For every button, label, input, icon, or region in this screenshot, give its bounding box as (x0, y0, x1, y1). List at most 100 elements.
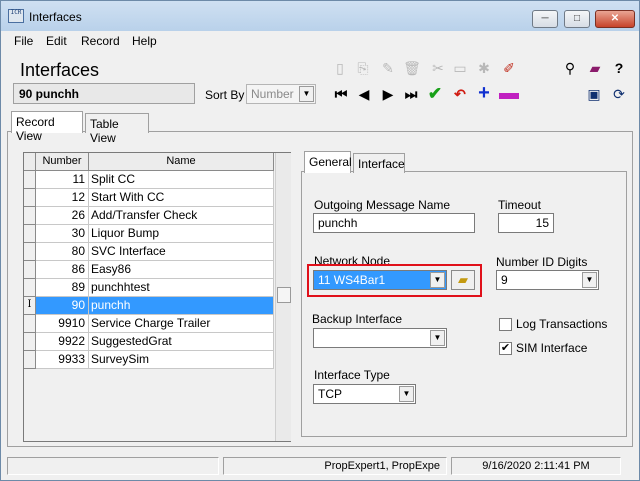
minimize-button[interactable]: ─ (532, 10, 558, 28)
new-record-icon[interactable]: ▯ (331, 59, 349, 77)
outgoing-message-name-field[interactable]: punchh (313, 213, 475, 233)
row-selector[interactable] (24, 279, 36, 297)
number-id-digits-label: Number ID Digits (496, 255, 588, 269)
interface-type-value: TCP (318, 387, 342, 401)
chevron-down-icon: ▼ (299, 86, 314, 102)
tab-interface[interactable]: Interface (353, 153, 405, 173)
column-header-number[interactable]: Number (36, 153, 89, 171)
table-row[interactable]: I 90 punchh (24, 297, 274, 315)
cell-name: SurveySim (89, 351, 274, 369)
timeout-field[interactable]: 15 (498, 213, 554, 233)
row-selector[interactable] (24, 171, 36, 189)
grid-scrollbar[interactable] (275, 153, 291, 441)
number-id-digits-value: 9 (501, 273, 508, 287)
status-datetime: 9/16/2020 2:11:41 PM (451, 457, 621, 475)
tab-record-view[interactable]: Record View (11, 111, 83, 143)
table-row[interactable]: 9933 SurveySim (24, 351, 274, 369)
scrollbar-thumb[interactable] (277, 287, 291, 303)
cell-number: 80 (36, 243, 89, 261)
edit-record-icon[interactable]: ✎ (379, 59, 397, 77)
monitor-icon[interactable]: ▣ (585, 85, 603, 103)
table-row[interactable]: 26 Add/Transfer Check (24, 207, 274, 225)
close-button[interactable]: ✕ (595, 10, 635, 28)
row-selector[interactable] (24, 315, 36, 333)
number-id-digits-select[interactable]: 9 ▼ (496, 270, 599, 290)
maximize-button[interactable]: □ (564, 10, 590, 28)
grid-header: Number Name (24, 153, 274, 171)
tab-general[interactable]: General (304, 151, 352, 173)
log-transactions-checkbox[interactable] (499, 318, 512, 331)
row-selector[interactable] (24, 261, 36, 279)
remove-icon[interactable]: ▬ (499, 83, 519, 103)
menu-help[interactable]: Help (132, 34, 157, 48)
app-icon: ICR (8, 9, 24, 23)
paste-icon[interactable]: ▭ (451, 59, 469, 77)
first-record-icon[interactable]: ⏮ (332, 85, 350, 103)
accept-icon[interactable]: ✔ (426, 85, 444, 103)
network-node-select[interactable]: 11 WS4Bar1 ▼ (313, 270, 447, 290)
binoculars-icon[interactable]: ⚲ (561, 59, 579, 77)
network-node-value: 11 WS4Bar1 (318, 273, 386, 287)
cell-number: 90 (36, 297, 89, 315)
delete-icon[interactable]: 🗑 (403, 59, 421, 77)
last-record-icon[interactable]: ⏭ (402, 85, 420, 103)
sim-interface-checkbox[interactable]: ✔ (499, 342, 512, 355)
tab-table-view[interactable]: Table View (85, 113, 149, 145)
row-selector[interactable] (24, 207, 36, 225)
row-selector[interactable] (24, 333, 36, 351)
cell-name: SVC Interface (89, 243, 274, 261)
chevron-down-icon: ▼ (430, 330, 445, 346)
menu-record[interactable]: Record (81, 34, 120, 48)
book-icon[interactable]: ▰ (586, 59, 604, 77)
row-selector[interactable] (24, 189, 36, 207)
interface-type-label: Interface Type (314, 368, 390, 382)
row-selector[interactable] (24, 351, 36, 369)
backup-interface-select[interactable]: ▼ (313, 328, 447, 348)
grid-corner (24, 153, 36, 171)
table-row[interactable]: 80 SVC Interface (24, 243, 274, 261)
previous-record-icon[interactable]: ◀ (355, 85, 373, 103)
table-row[interactable]: 86 Easy86 (24, 261, 274, 279)
row-selector[interactable] (24, 225, 36, 243)
clear-icon[interactable]: ✐ (500, 59, 518, 77)
window-title: Interfaces (29, 10, 82, 24)
page-title: Interfaces (20, 60, 100, 80)
next-record-icon[interactable]: ▶ (379, 85, 397, 103)
row-selector[interactable]: I (24, 297, 36, 315)
current-record-display: 90 punchh (13, 83, 195, 104)
cut-icon[interactable]: ✂ (429, 59, 447, 77)
column-header-name[interactable]: Name (89, 153, 274, 171)
help-cursor-icon[interactable]: ? (610, 59, 628, 77)
timeout-label: Timeout (498, 198, 541, 212)
cell-number: 30 (36, 225, 89, 243)
title-bar: ICR Interfaces ─ □ ✕ (1, 1, 639, 31)
menu-file[interactable]: File (14, 34, 33, 48)
chevron-down-icon: ▼ (399, 386, 414, 402)
copy-record-icon[interactable]: ⎘ (354, 59, 372, 77)
cell-number: 89 (36, 279, 89, 297)
paste-special-icon[interactable]: ✱ (475, 59, 493, 77)
menu-edit[interactable]: Edit (46, 34, 67, 48)
table-row[interactable]: 9922 SuggestedGrat (24, 333, 274, 351)
cell-number: 9910 (36, 315, 89, 333)
sort-by-value: Number (251, 87, 294, 101)
table-row[interactable]: 12 Start With CC (24, 189, 274, 207)
undo-icon[interactable]: ↶ (451, 85, 469, 103)
add-icon[interactable]: + (475, 83, 493, 103)
cell-number: 12 (36, 189, 89, 207)
sort-by-select[interactable]: Number ▼ (246, 84, 316, 104)
table-row[interactable]: 30 Liquor Bump (24, 225, 274, 243)
interface-type-select[interactable]: TCP ▼ (313, 384, 416, 404)
log-transactions-label: Log Transactions (516, 317, 608, 331)
row-selector[interactable] (24, 243, 36, 261)
table-row[interactable]: 11 Split CC (24, 171, 274, 189)
cell-number: 9933 (36, 351, 89, 369)
outgoing-message-name-label: Outgoing Message Name (314, 198, 451, 212)
cell-name: Split CC (89, 171, 274, 189)
refresh-icon[interactable]: ⟳ (610, 85, 628, 103)
cell-name: Liquor Bump (89, 225, 274, 243)
cell-name: punchh (89, 297, 274, 315)
table-row[interactable]: 9910 Service Charge Trailer (24, 315, 274, 333)
table-row[interactable]: 89 punchhtest (24, 279, 274, 297)
folder-open-icon[interactable]: ▰ (451, 270, 475, 290)
